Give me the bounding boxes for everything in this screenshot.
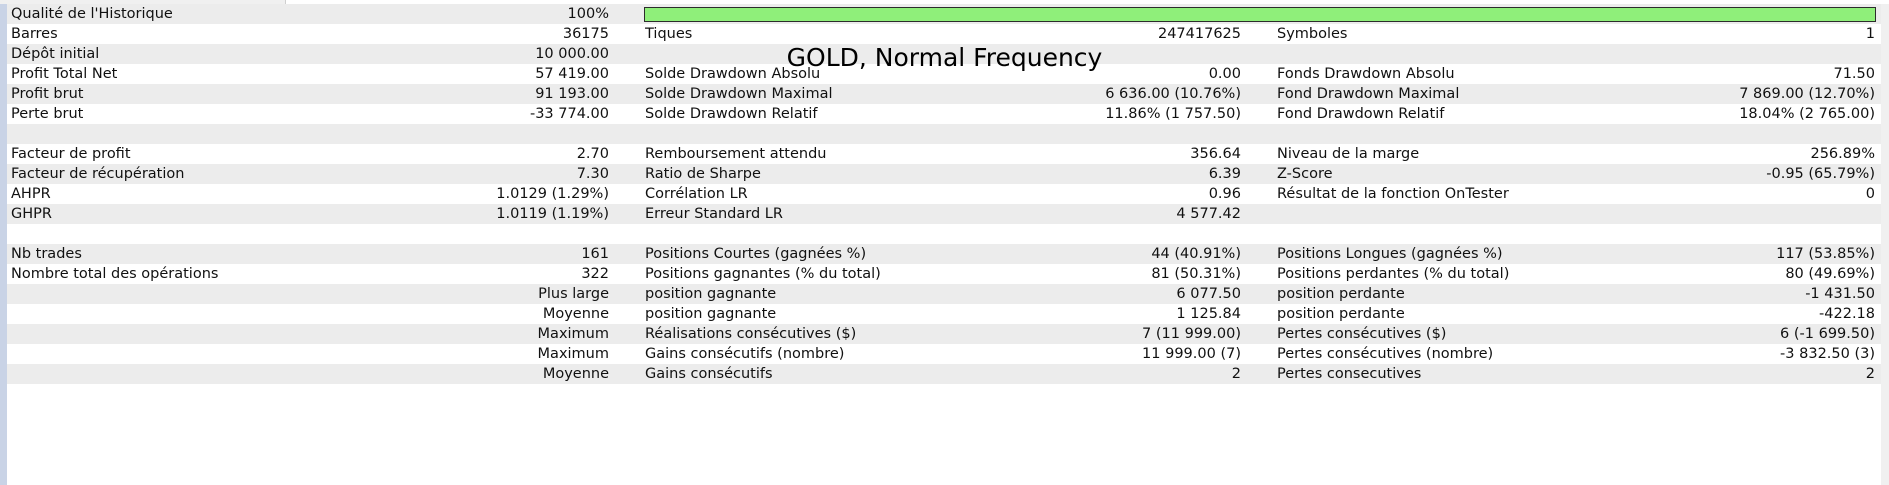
col2-value: 247417625 bbox=[1157, 26, 1241, 42]
stats-row: Facteur de profit 2.70 Remboursement atten… bbox=[7, 144, 1881, 164]
col3-value bbox=[1277, 44, 1875, 64]
stats-row: Facteur de récupération 7.30 Ratio de Shar… bbox=[7, 164, 1881, 184]
col3-value: 6 (-1 699.50) bbox=[1780, 326, 1875, 342]
col2-value: 11.86% (1 757.50) bbox=[1105, 106, 1241, 122]
col3-value: 256.89% bbox=[1810, 146, 1875, 162]
col3-value: 0 bbox=[1865, 186, 1875, 202]
col1-value: Maximum bbox=[537, 346, 609, 362]
col3-value: 7 869.00 (12.70%) bbox=[1739, 86, 1875, 102]
backtest-report: Qualité de l'Historique 100% Barres 36175… bbox=[7, 4, 1881, 485]
col2-value: 11 999.00 (7) bbox=[1142, 346, 1241, 362]
stats-row: AHPR 1.0129 (1.29%) Corrélation LR 0.96 Résu… bbox=[7, 184, 1881, 204]
stats-row: Profit Total Net 57 419.00 Solde Drawdown … bbox=[7, 64, 1881, 84]
col3-value: -422.18 bbox=[1819, 306, 1875, 322]
stats-row: Moyenne Gains consécutifs 2 Pertes consecut… bbox=[7, 364, 1881, 384]
stats-row: Nombre total des opérations 322 Positions … bbox=[7, 264, 1881, 284]
col2-value: 6 636.00 (10.76%) bbox=[1105, 86, 1241, 102]
col3-value: -3 832.50 (3) bbox=[1780, 346, 1875, 362]
col3-value: 2 bbox=[1865, 366, 1875, 382]
col1-value bbox=[11, 124, 609, 144]
col1-value: Maximum bbox=[537, 326, 609, 342]
col3-value: 1 bbox=[1865, 26, 1875, 42]
col1-value: 7.30 bbox=[576, 166, 609, 182]
col3-value: 71.50 bbox=[1833, 66, 1875, 82]
col2-value: 81 (50.31%) bbox=[1151, 266, 1241, 282]
left-panel-edge bbox=[0, 4, 7, 485]
stats-row: Perte brut -33 774.00 Solde Drawdown Relat… bbox=[7, 104, 1881, 124]
col3-value: 18.04% (2 765.00) bbox=[1739, 106, 1875, 122]
quality-row: Qualité de l'Historique 100% bbox=[7, 4, 1881, 24]
col3-value: 117 (53.85%) bbox=[1776, 246, 1875, 262]
stats-row bbox=[7, 224, 1881, 244]
col3-value: -0.95 (65.79%) bbox=[1766, 166, 1875, 182]
stats-row: Moyenne position gagnante 1 125.84 position… bbox=[7, 304, 1881, 324]
col1-value: 36175 bbox=[562, 26, 609, 42]
col2-value: 44 (40.91%) bbox=[1151, 246, 1241, 262]
col2-value: 0.00 bbox=[1208, 66, 1241, 82]
col1-value: -33 774.00 bbox=[529, 106, 609, 122]
col2-value bbox=[645, 224, 1241, 244]
quality-value: 100% bbox=[567, 6, 609, 22]
col2-value bbox=[645, 44, 1241, 64]
stats-row: Profit brut 91 193.00 Solde Drawdown Maxim… bbox=[7, 84, 1881, 104]
col3-value: -1 431.50 bbox=[1805, 286, 1875, 302]
stats-row: Plus large position gagnante 6 077.50 posit… bbox=[7, 284, 1881, 304]
col2-value: 7 (11 999.00) bbox=[1142, 326, 1241, 342]
stats-row: Maximum Gains consécutifs (nombre) 11 999.… bbox=[7, 344, 1881, 364]
col1-value: Moyenne bbox=[542, 306, 609, 322]
col1-value: 2.70 bbox=[576, 146, 609, 162]
col2-value: 6 077.50 bbox=[1176, 286, 1241, 302]
stats-row: Nb trades 161 Positions Courtes (gagnées %… bbox=[7, 244, 1881, 264]
col2-value: 6.39 bbox=[1208, 166, 1241, 182]
col3-value bbox=[1277, 224, 1875, 244]
stats-row: Dépôt initial 10 000.00 bbox=[7, 44, 1881, 64]
col3-value: 80 (49.69%) bbox=[1785, 266, 1875, 282]
col2-value: 4 577.42 bbox=[1176, 206, 1241, 222]
col1-value: 1.0129 (1.29%) bbox=[496, 186, 609, 202]
col1-value: 91 193.00 bbox=[535, 86, 609, 102]
col2-value: 0.96 bbox=[1208, 186, 1241, 202]
col2-value: 2 bbox=[1231, 366, 1241, 382]
col2-value: 1 125.84 bbox=[1176, 306, 1241, 322]
col3-value bbox=[1277, 124, 1875, 144]
col1-value: 10 000.00 bbox=[535, 46, 609, 62]
stats-row: GHPR 1.0119 (1.19%) Erreur Standard LR 4 57… bbox=[7, 204, 1881, 224]
col1-value: 322 bbox=[581, 266, 609, 282]
col1-value: 57 419.00 bbox=[535, 66, 609, 82]
col2-value: 356.64 bbox=[1190, 146, 1241, 162]
stats-row: Barres 36175 Tiques 247417625 Symboles 1 bbox=[7, 24, 1881, 44]
col3-value bbox=[1277, 204, 1875, 224]
col1-value: Plus large bbox=[538, 286, 609, 302]
quality-bar bbox=[644, 7, 1876, 22]
stats-row bbox=[7, 124, 1881, 144]
col1-value bbox=[11, 224, 609, 244]
col2-value bbox=[645, 124, 1241, 144]
col1-value: Moyenne bbox=[542, 366, 609, 382]
col1-value: 1.0119 (1.19%) bbox=[496, 206, 609, 222]
stats-row: Maximum Réalisations consécutives ($) 7 (1… bbox=[7, 324, 1881, 344]
col1-value: 161 bbox=[581, 246, 609, 262]
